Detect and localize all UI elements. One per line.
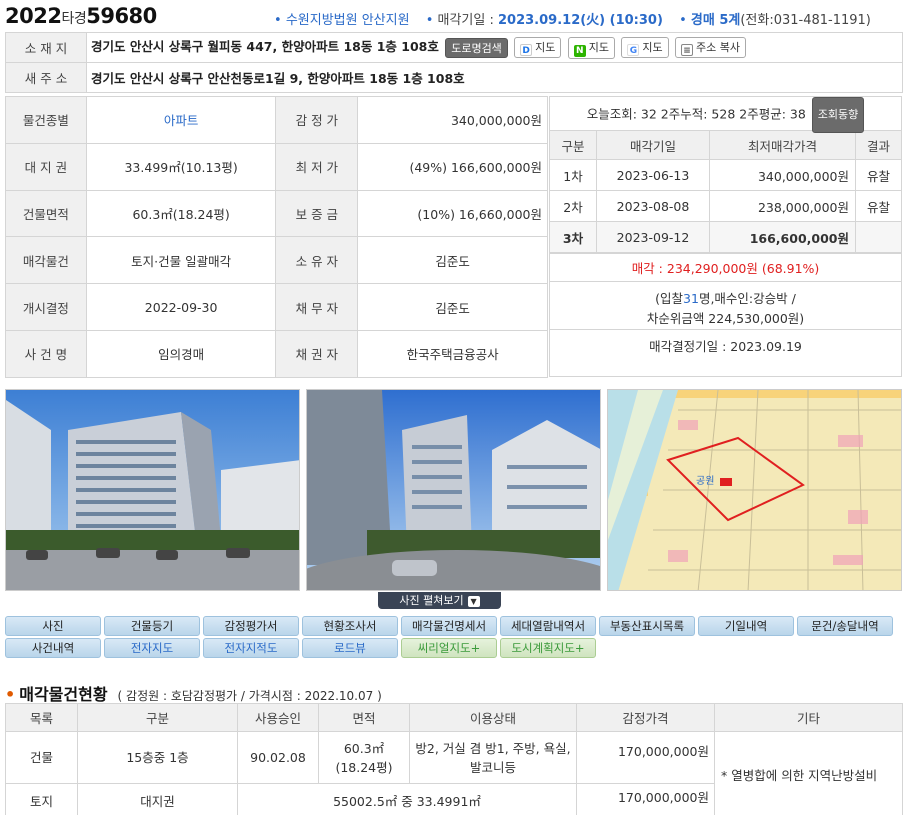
view-trend-button[interactable]: 조회동향 — [811, 97, 865, 133]
tab-documents[interactable]: 문건/송달내역 — [797, 616, 893, 636]
chevron-down-icon: ▼ — [467, 596, 480, 607]
land-right-value: 33.499㎡(10.13평) — [85, 142, 277, 191]
deposit-label: 보 증 금 — [275, 189, 359, 238]
location-label: 소 재 지 — [5, 32, 87, 63]
start-decision-value: 2022-09-30 — [85, 283, 277, 331]
view-stats-text: 오늘조회: 32 2주누적: 528 2주평균: 38 — [586, 106, 806, 122]
property-type-label: 물건종별 — [5, 96, 87, 144]
tab-urban-plan-map[interactable]: 도시계획지도+ — [500, 638, 596, 658]
tab-e-map[interactable]: 전자지도 — [104, 638, 200, 658]
new-address-value: 경기도 안산시 상록구 안산천동로1길 9, 한양아파트 18동 1층 108호 — [86, 62, 903, 93]
tab-schedule[interactable]: 기일내역 — [698, 616, 794, 636]
start-decision-label: 개시결정 — [5, 283, 87, 331]
tab-appraisal[interactable]: 감정평가서 — [203, 616, 299, 636]
tab-road-view[interactable]: 로드뷰 — [302, 638, 398, 658]
appraisal-label: 감 정 가 — [275, 96, 359, 144]
bid-info: (입찰31명,매수인:강승박 / 차순위금액 224,530,000원) — [550, 282, 901, 330]
google-map-button[interactable]: G 지도 — [621, 37, 669, 59]
google-logo-icon: G — [627, 44, 640, 57]
case-meta: • 수원지방법원 안산지원 • 매각기일 : 2023.09.12(火) (10… — [274, 13, 871, 28]
creditor-label: 채 권 자 — [275, 329, 359, 378]
address-table: 소 재 지 경기도 안산시 상록구 월피동 447, 한양아파트 18동 1층 … — [5, 32, 903, 93]
debtor-value: 김준도 — [357, 283, 548, 331]
property-info-table: 물건종별 아파트 감 정 가 340,000,000원 대 지 권 33.499… — [5, 96, 548, 378]
tab-property-list[interactable]: 부동산표시목록 — [599, 616, 695, 636]
daum-map-button[interactable]: D 지도 — [514, 37, 562, 59]
tab-cadastral-map[interactable]: 전자지적도 — [203, 638, 299, 658]
dept-phone: (전화:031-481-1191) — [740, 13, 871, 28]
building-area-label: 건물면적 — [5, 189, 87, 238]
view-stats: 오늘조회: 32 2주누적: 528 2주평균: 38 조회동향 — [550, 97, 901, 133]
building-area-value: 60.3㎡(18.24평) — [85, 189, 277, 238]
copy-icon: ≡ — [681, 44, 693, 57]
sale-date: 2023.09.12(火) (10:30) — [498, 13, 663, 28]
round-row-current: 3차 2023-09-12 166,600,000원 — [549, 221, 902, 253]
daum-logo-icon: D — [520, 44, 533, 57]
location-map[interactable]: 공원 — [607, 389, 902, 591]
tab-building-registry[interactable]: 건물등기 — [104, 616, 200, 636]
tab-sale-statement[interactable]: 매각물건명세서 — [401, 616, 497, 636]
road-name-search-button[interactable]: 도로명검색 — [445, 37, 508, 58]
bullet-icon: • — [5, 685, 16, 704]
case-header: 2022타경59680 • 수원지방법원 안산지원 • 매각기일 : 2023.… — [0, 0, 907, 32]
round-row: 1차 2023-06-13 340,000,000원 유찰 — [549, 159, 902, 191]
tab-cereal-map[interactable]: 씨리얼지도+ — [401, 638, 497, 658]
sale-item-value: 토지·건물 일괄매각 — [85, 236, 277, 285]
case-name-label: 사 건 명 — [5, 329, 87, 378]
building-photo-2[interactable] — [306, 389, 601, 591]
table-row: 건물 15층중 1층 90.02.08 60.3㎡ (18.24평) 방2, 거실… — [5, 731, 903, 815]
decision-date: 매각결정기일 : 2023.09.19 — [649, 339, 802, 354]
sale-result: 매각 : 234,290,000원 (68.91%) — [550, 253, 901, 282]
property-status-table: 목록 구분 사용승인 면적 이용상태 감정가격 기타 건물 15층중 1층 90… — [5, 703, 903, 815]
property-type-value[interactable]: 아파트 — [85, 96, 277, 144]
min-price-value: (49%) 166,600,000원 — [357, 142, 548, 191]
sale-item-label: 매각물건 — [5, 236, 87, 285]
appraisal-value: 340,000,000원 — [357, 96, 548, 144]
auction-rounds-panel: 오늘조회: 32 2주누적: 528 2주평균: 38 조회동향 구분 매각기일… — [549, 96, 902, 377]
round-row: 2차 2023-08-08 238,000,000원 유찰 — [549, 190, 902, 222]
tab-photos[interactable]: 사진 — [5, 616, 101, 636]
naver-map-button[interactable]: N 지도 — [567, 36, 616, 59]
tab-status-report[interactable]: 현황조사서 — [302, 616, 398, 636]
deposit-value: (10%) 16,660,000원 — [357, 189, 548, 238]
debtor-label: 채 무 자 — [275, 283, 359, 331]
location-value: 경기도 안산시 상록구 월피동 447, 한양아파트 18동 1층 108호 — [91, 39, 439, 55]
tab-household[interactable]: 세대열람내역서 — [500, 616, 596, 636]
case-number: 2022타경59680 — [5, 4, 157, 28]
rounds-table: 구분 매각기일 최저매각가격 결과 1차 2023-06-13 340,000,… — [549, 130, 902, 253]
min-price-label: 최 저 가 — [275, 142, 359, 191]
note-text: * 열병합에 의한 지역난방설비 — [714, 731, 903, 815]
photo-toggle-button[interactable]: 사진 펼쳐보기 ▼ — [378, 592, 501, 609]
court-name[interactable]: 수원지방법원 안산지원 — [286, 13, 410, 28]
case-name-value: 임의경매 — [85, 329, 277, 378]
creditor-value: 한국주택금융공사 — [357, 329, 548, 378]
owner-value: 김준도 — [357, 236, 548, 285]
park-label: 공원 — [696, 475, 714, 487]
copy-address-button[interactable]: ≡ 주소 복사 — [675, 37, 746, 59]
tab-case-history[interactable]: 사건내역 — [5, 638, 101, 658]
section-title: • 매각물건현황 ( 감정원 : 호담감정평가 / 가격시점 : 2022.10… — [5, 685, 382, 704]
naver-logo-icon: N — [573, 44, 586, 57]
new-address-label: 새 주 소 — [5, 62, 87, 93]
owner-label: 소 유 자 — [275, 236, 359, 285]
building-photo-1[interactable] — [5, 389, 300, 591]
dept-name: 경매 5계 — [690, 13, 741, 28]
land-right-label: 대 지 권 — [5, 142, 87, 191]
